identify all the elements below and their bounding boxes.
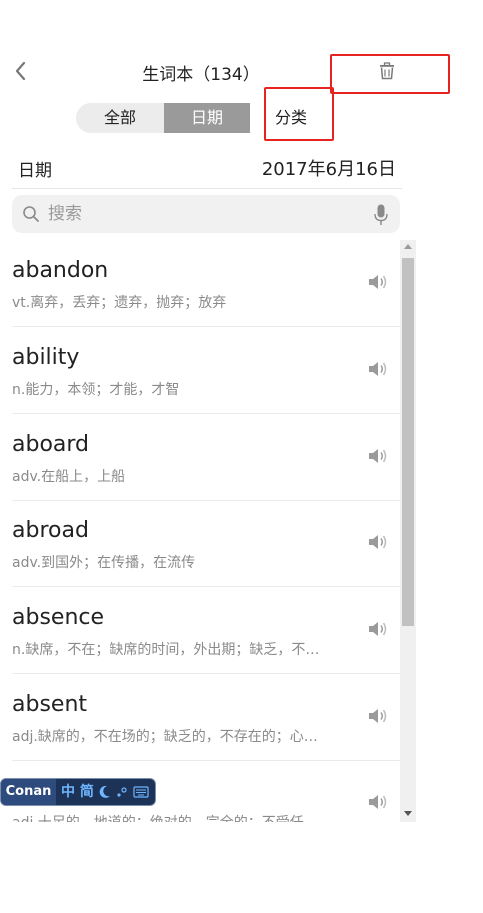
trash-icon bbox=[380, 62, 394, 80]
tab-date[interactable]: 日期 bbox=[164, 103, 250, 133]
date-row: 日期 2017年6月16日 bbox=[0, 150, 402, 186]
tab-category[interactable]: 分类 bbox=[250, 103, 332, 133]
ime-toolbar[interactable]: Conan 中 简 bbox=[0, 778, 156, 806]
view-mode-tabs: 全部 日期 分类 bbox=[76, 103, 332, 133]
moon-icon[interactable] bbox=[99, 785, 111, 799]
search-input[interactable] bbox=[48, 195, 368, 233]
word-meaning: n.能力，本领；才能，才智 bbox=[12, 382, 180, 398]
list-item[interactable]: absent adj.缺席的，不在场的；缺乏的，不存在的；心… bbox=[12, 674, 400, 761]
scrollbar[interactable] bbox=[400, 240, 416, 822]
word-meaning: adj.十足的，地道的；绝对的，完全的；不受任… bbox=[12, 812, 352, 822]
word-text: absent bbox=[12, 692, 88, 717]
date-label: 日期 bbox=[18, 161, 52, 181]
page-title: 生词本（134） bbox=[142, 65, 260, 85]
word-meaning: vt.离弃，丢弃；遗弃，抛弃；放弃 bbox=[12, 295, 227, 311]
keyboard-icon[interactable] bbox=[133, 785, 149, 799]
word-list: abandon vt.离弃，丢弃；遗弃，抛弃；放弃 ability n.能力，本… bbox=[0, 240, 400, 822]
speaker-icon[interactable] bbox=[368, 793, 388, 811]
punctuation-icon[interactable] bbox=[116, 785, 128, 799]
scroll-up-arrow-icon[interactable] bbox=[404, 244, 412, 249]
ime-name: Conan bbox=[1, 779, 56, 805]
speaker-icon[interactable] bbox=[368, 533, 388, 551]
scroll-down-arrow-icon[interactable] bbox=[404, 811, 412, 816]
speaker-icon[interactable] bbox=[368, 620, 388, 638]
word-text: absence bbox=[12, 605, 105, 630]
search-icon bbox=[23, 206, 39, 222]
word-text: abroad bbox=[12, 518, 89, 543]
speaker-icon[interactable] bbox=[368, 360, 388, 378]
word-meaning: adv.到国外；在传播，在流传 bbox=[12, 555, 196, 571]
word-meaning: adj.缺席的，不在场的；缺乏的，不存在的；心… bbox=[12, 729, 318, 745]
speaker-icon[interactable] bbox=[368, 707, 388, 725]
speaker-icon[interactable] bbox=[368, 273, 388, 291]
header-bar: 生词本（134） bbox=[0, 50, 483, 94]
search-bar bbox=[12, 195, 400, 233]
word-text: abandon bbox=[12, 258, 109, 283]
word-text: ability bbox=[12, 345, 80, 370]
divider bbox=[12, 188, 402, 189]
list-item[interactable]: abandon vt.离弃，丢弃；遗弃，抛弃；放弃 bbox=[12, 240, 400, 327]
list-item[interactable]: ability n.能力，本领；才能，才智 bbox=[12, 327, 400, 414]
delete-button[interactable] bbox=[376, 60, 398, 82]
date-value[interactable]: 2017年6月16日 bbox=[262, 155, 396, 181]
word-text: aboard bbox=[12, 432, 90, 457]
word-meaning: n.缺席，不在；缺席的时间，外出期；缺乏，不… bbox=[12, 642, 320, 658]
word-meaning: adv.在船上，上船 bbox=[12, 469, 126, 485]
list-item[interactable]: abroad adv.到国外；在传播，在流传 bbox=[12, 500, 400, 587]
ime-mode-toggle[interactable]: 中 简 bbox=[61, 779, 94, 805]
microphone-icon[interactable] bbox=[374, 204, 388, 226]
scrollbar-thumb[interactable] bbox=[402, 258, 414, 626]
tab-all[interactable]: 全部 bbox=[76, 103, 164, 133]
list-item[interactable]: absence n.缺席，不在；缺席的时间，外出期；缺乏，不… bbox=[12, 587, 400, 674]
list-item[interactable]: aboard adv.在船上，上船 bbox=[12, 414, 400, 501]
speaker-icon[interactable] bbox=[368, 447, 388, 465]
